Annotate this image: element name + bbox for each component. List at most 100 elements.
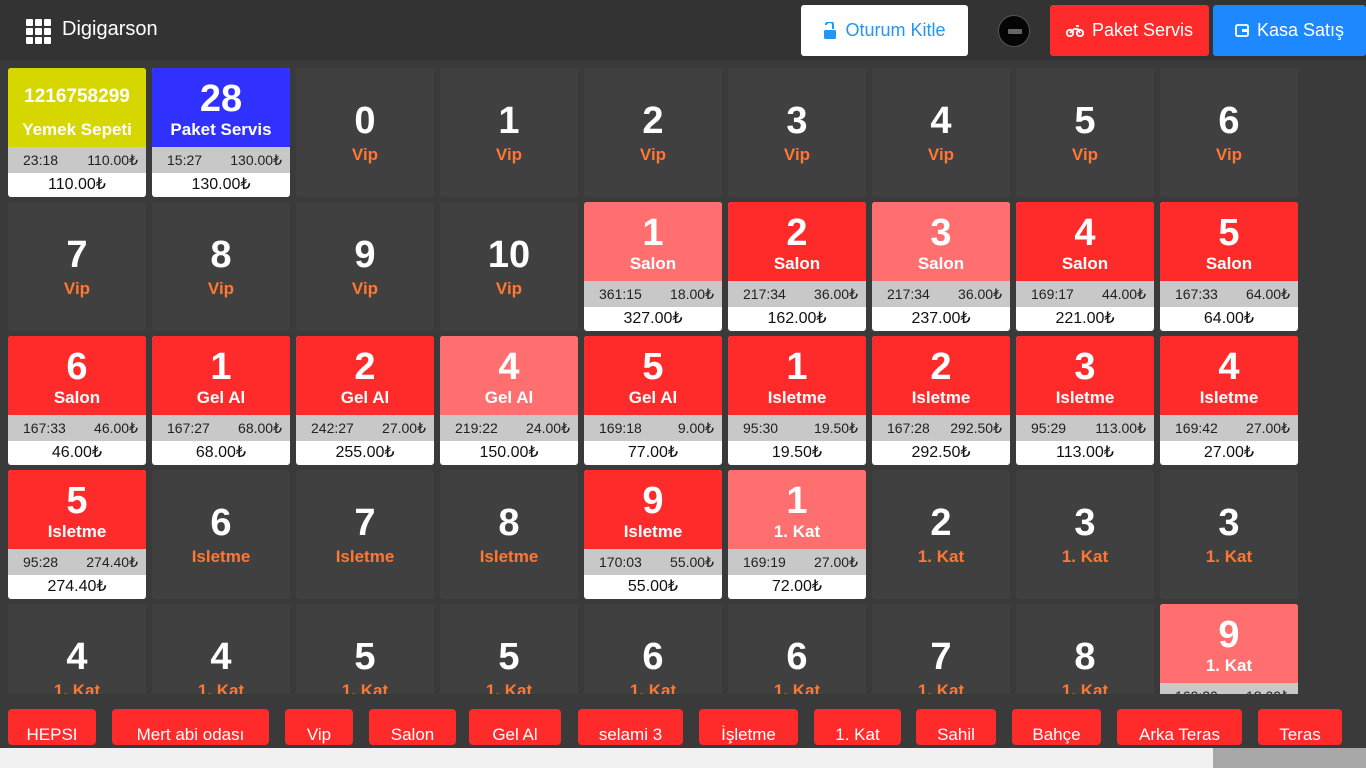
table-number: 5 bbox=[1218, 212, 1240, 254]
table-number: 0 bbox=[354, 100, 376, 142]
table-tile[interactable]: 2 1. Kat bbox=[872, 470, 1010, 599]
table-tile[interactable]: 4 1. Kat bbox=[8, 604, 146, 694]
table-tile[interactable]: 8 Isletme bbox=[440, 470, 578, 599]
table-tile[interactable]: 2 Isletme 167:28 292.50₺ 292.50₺ bbox=[872, 336, 1010, 465]
table-tile[interactable]: 4 Isletme 169:42 27.00₺ 27.00₺ bbox=[1160, 336, 1298, 465]
table-number: 8 bbox=[210, 234, 232, 276]
area-filter-button[interactable]: Bahçe bbox=[1012, 709, 1101, 745]
area-filter-button[interactable]: HEPSI bbox=[8, 709, 96, 745]
table-number: 2 bbox=[786, 212, 808, 254]
table-tile[interactable]: 3 Salon 217:34 36.00₺ 237.00₺ bbox=[872, 202, 1010, 331]
table-duration: 170:03 bbox=[599, 554, 642, 570]
table-tile[interactable]: 1 Vip bbox=[440, 68, 578, 197]
table-tile[interactable]: 6 Salon 167:33 46.00₺ 46.00₺ bbox=[8, 336, 146, 465]
table-area: Isletme bbox=[335, 547, 395, 566]
table-tile[interactable]: 5 Vip bbox=[1016, 68, 1154, 197]
table-tile[interactable]: 5 Isletme 95:28 274.40₺ 274.40₺ bbox=[8, 470, 146, 599]
table-number: 4 bbox=[1074, 212, 1096, 254]
table-area: Isletme bbox=[1055, 388, 1115, 407]
table-tile[interactable]: 9 Isletme 170:03 55.00₺ 55.00₺ bbox=[584, 470, 722, 599]
area-filter-button[interactable]: Arka Teras bbox=[1117, 709, 1242, 745]
table-area: Isletme bbox=[911, 388, 971, 407]
table-total: 130.00₺ bbox=[191, 176, 251, 193]
table-number: 2 bbox=[930, 346, 952, 388]
horizontal-scrollbar[interactable] bbox=[0, 748, 1366, 768]
table-area: Isletme bbox=[191, 547, 251, 566]
table-last-amount: 18.00₺ bbox=[1246, 688, 1290, 695]
table-tile[interactable]: 6 1. Kat bbox=[728, 604, 866, 694]
table-tile[interactable]: 91. Kat 169:20 18.00₺ bbox=[1160, 604, 1298, 694]
table-tile[interactable]: 0 Vip bbox=[296, 68, 434, 197]
table-area: 1. Kat bbox=[917, 681, 965, 694]
table-tile[interactable]: 4 Salon 169:17 44.00₺ 221.00₺ bbox=[1016, 202, 1154, 331]
table-tile[interactable]: 5 Gel Al 169:18 9.00₺ 77.00₺ bbox=[584, 336, 722, 465]
table-number: 6 bbox=[66, 346, 88, 388]
table-tile[interactable]: 10 Vip bbox=[440, 202, 578, 331]
table-tile[interactable]: 3 Vip bbox=[728, 68, 866, 197]
area-filter-button[interactable]: İşletme bbox=[699, 709, 798, 745]
table-tile[interactable]: 6 Isletme bbox=[152, 470, 290, 599]
area-filter-button[interactable]: Sahil bbox=[916, 709, 996, 745]
table-last-amount: 27.00₺ bbox=[1246, 419, 1290, 436]
table-tile[interactable]: 8 Vip bbox=[152, 202, 290, 331]
table-area: 1. Kat bbox=[773, 681, 821, 694]
kasa-satis-button[interactable]: Kasa Satış bbox=[1213, 5, 1366, 56]
table-tile[interactable]: 7 1. Kat bbox=[872, 604, 1010, 694]
table-tile[interactable]: 4 Vip bbox=[872, 68, 1010, 197]
table-tile[interactable]: 1 Gel Al 167:27 68.00₺ 68.00₺ bbox=[152, 336, 290, 465]
table-tile[interactable]: 3 1. Kat bbox=[1016, 470, 1154, 599]
apps-grid-icon[interactable] bbox=[26, 19, 52, 45]
table-area: Isletme bbox=[1199, 388, 1259, 407]
table-last-amount: 36.00₺ bbox=[814, 285, 858, 302]
table-duration: 217:34 bbox=[887, 286, 930, 302]
table-header: 1 1. Kat bbox=[728, 470, 866, 549]
table-tile[interactable]: 2 Salon 217:34 36.00₺ 162.00₺ bbox=[728, 202, 866, 331]
table-area: 1. Kat bbox=[1205, 547, 1253, 566]
lock-session-button[interactable]: Oturum Kitle bbox=[801, 5, 968, 56]
table-tile[interactable]: 8 1. Kat bbox=[1016, 604, 1154, 694]
area-filter-button[interactable]: selami 3 bbox=[578, 709, 683, 745]
paket-servis-label: Paket Servis bbox=[1091, 20, 1194, 40]
table-area: 1. Kat bbox=[917, 547, 965, 566]
table-tile[interactable]: 7 Vip bbox=[8, 202, 146, 331]
lock-session-label: Oturum Kitle bbox=[845, 20, 946, 40]
table-tile[interactable]: 3 1. Kat bbox=[1160, 470, 1298, 599]
table-tile[interactable]: 3 Isletme 95:29 113.00₺ 113.00₺ bbox=[1016, 336, 1154, 465]
table-tile[interactable]: 2 Vip bbox=[584, 68, 722, 197]
area-filter-button[interactable]: Gel Al bbox=[469, 709, 561, 745]
table-tile[interactable]: 1 Isletme 95:30 19.50₺ 19.50₺ bbox=[728, 336, 866, 465]
table-area: 1. Kat bbox=[629, 681, 677, 694]
area-filter-button[interactable]: Salon bbox=[369, 709, 456, 745]
table-tile[interactable]: 1 Salon 361:15 18.00₺ 327.00₺ bbox=[584, 202, 722, 331]
table-tile[interactable]: 7 Isletme bbox=[296, 470, 434, 599]
area-filter-button[interactable]: Vip bbox=[285, 709, 353, 745]
table-area: Gel Al bbox=[628, 388, 678, 407]
table-header: 2 Gel Al bbox=[296, 336, 434, 415]
table-tile[interactable]: 2 Gel Al 242:27 27.00₺ 255.00₺ bbox=[296, 336, 434, 465]
table-tile[interactable]: 28 Paket Servis 15:27 130.00₺ 130.00₺ bbox=[152, 68, 290, 197]
area-filter-button[interactable]: 1. Kat bbox=[814, 709, 901, 745]
table-tile[interactable]: 4 1. Kat bbox=[152, 604, 290, 694]
table-info: 242:27 27.00₺ bbox=[296, 415, 434, 441]
table-last-amount: 68.00₺ bbox=[238, 419, 282, 436]
table-tile[interactable]: 5 1. Kat bbox=[440, 604, 578, 694]
avatar[interactable] bbox=[998, 15, 1030, 47]
scrollbar-thumb[interactable] bbox=[1213, 748, 1366, 768]
table-tile[interactable]: 5 Salon 167:33 64.00₺ 64.00₺ bbox=[1160, 202, 1298, 331]
table-header: 9 Isletme bbox=[584, 470, 722, 549]
table-duration: 217:34 bbox=[743, 286, 786, 302]
table-info: 167:27 68.00₺ bbox=[152, 415, 290, 441]
table-total: 72.00₺ bbox=[771, 578, 823, 595]
table-tile[interactable]: 9 Vip bbox=[296, 202, 434, 331]
area-filter-button[interactable]: Mert abi odası bbox=[112, 709, 269, 745]
table-tile[interactable]: 6 Vip bbox=[1160, 68, 1298, 197]
table-tile[interactable]: 5 1. Kat bbox=[296, 604, 434, 694]
area-filter-button[interactable]: Teras bbox=[1258, 709, 1342, 745]
table-tile[interactable]: 6 1. Kat bbox=[584, 604, 722, 694]
table-number: 3 bbox=[1074, 346, 1096, 388]
table-tile[interactable]: 1216758299 Yemek Sepeti 23:18 110.00₺ 110.00… bbox=[8, 68, 146, 197]
table-total: 77.00₺ bbox=[627, 444, 679, 461]
paket-servis-button[interactable]: Paket Servis bbox=[1050, 5, 1209, 56]
table-tile[interactable]: 1 1. Kat 169:19 27.00₺ 72.00₺ bbox=[728, 470, 866, 599]
table-tile[interactable]: 4 Gel Al 219:22 24.00₺ 150.00₺ bbox=[440, 336, 578, 465]
